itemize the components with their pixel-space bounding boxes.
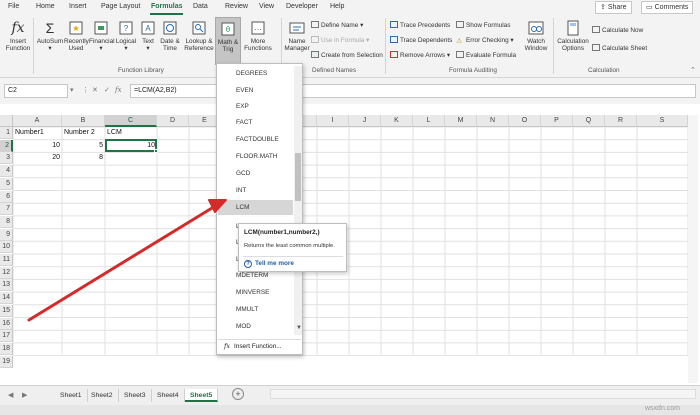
sheet-tab-sheet5[interactable]: Sheet5: [185, 389, 219, 402]
red-annotation-arrow: [27, 199, 227, 322]
scroll-right-icon[interactable]: ▶: [22, 391, 27, 399]
scroll-left-icon[interactable]: ◀: [8, 391, 13, 399]
sheet-tab-sheet3[interactable]: Sheet3: [119, 389, 152, 402]
horizontal-scrollbar[interactable]: [270, 389, 696, 399]
sheet-tab-sheet1[interactable]: Sheet1: [55, 389, 88, 402]
add-sheet-icon[interactable]: +: [232, 388, 244, 400]
sheet-tab-sheet4[interactable]: Sheet4: [152, 389, 185, 402]
watermark: wsxdn.com: [645, 405, 681, 412]
status-bar: [0, 405, 700, 415]
sheet-tab-sheet2[interactable]: Sheet2: [86, 389, 119, 402]
